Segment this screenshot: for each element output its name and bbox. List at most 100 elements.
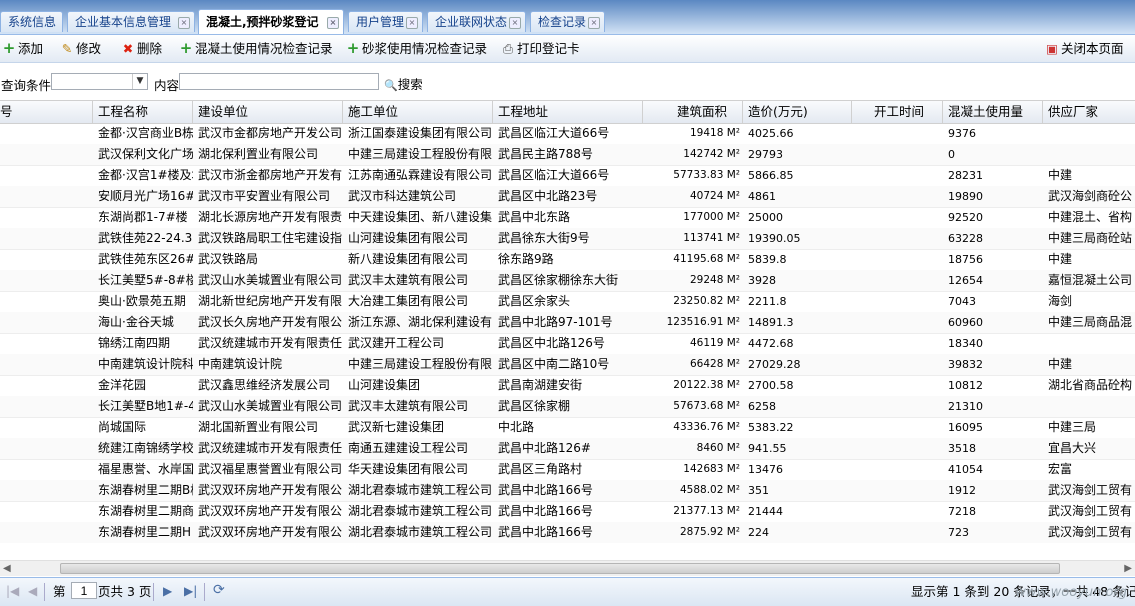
cell-contractor: 大冶建工集团有限公司 — [348, 294, 469, 308]
table-row[interactable]: 东湖春树里二期B栋 武汉双环房地产开发有限公 湖北君泰城市建筑工程公司 武昌中北路16… — [0, 480, 1135, 502]
cell-supplier: 宏富 — [1048, 462, 1073, 476]
cell-project-name: 金都·汉宫商业B栋 — [98, 126, 193, 140]
table-row[interactable]: 东湖尚郡1-7#楼 湖北长源房地产开发有限责 中天建设集团、新八建设集 武昌中北东路 1… — [0, 207, 1135, 229]
concrete-check-button[interactable]: + 混凝土使用情况检查记录 — [179, 39, 333, 58]
cell-area: 142683 M² — [683, 463, 740, 475]
col-header-cost[interactable]: 造价(万元) — [743, 101, 852, 123]
edit-button[interactable]: ✎ 修改 — [60, 39, 101, 58]
close-icon[interactable]: × — [406, 17, 418, 29]
print-card-button[interactable]: ⎙ 打印登记卡 — [501, 39, 580, 58]
cell-number — [0, 333, 93, 354]
prev-page-icon[interactable]: ◀ — [28, 584, 37, 598]
cell-number — [0, 522, 93, 543]
cell-number — [0, 312, 93, 333]
delete-button[interactable]: ✖ 删除 — [121, 39, 162, 58]
cell-area: 66428 M² — [689, 358, 740, 370]
cell-number — [0, 186, 93, 207]
table-row[interactable]: 尚城国际 湖北国新置业有限公司 武汉新七建设集团 中北路 43336.76 M² 5383… — [0, 417, 1135, 439]
tab-user-management[interactable]: 用户管理 × — [348, 11, 423, 32]
condition-select[interactable]: ▼ — [51, 73, 148, 90]
close-icon[interactable]: × — [509, 17, 521, 29]
table-row[interactable]: 长江美墅5#-8#楼 武汉山水美城置业有限公司 武汉丰太建筑有限公司 武昌区徐家棚徐东… — [0, 270, 1135, 292]
table-row[interactable]: 锦绣江南四期 武汉统建城市开发有限责任 武汉建开工程公司 武昌区中北路126号 4611… — [0, 333, 1135, 355]
tab-check-records[interactable]: 检查记录 × — [530, 11, 605, 32]
cell-concrete-usage: 9376 — [948, 127, 976, 140]
divider — [44, 583, 45, 601]
cell-supplier: 中建 — [1048, 252, 1073, 266]
col-header-start-date[interactable]: 开工时间 — [852, 101, 943, 123]
table-row[interactable]: 统建江南锦绣学校 武汉统建城市开发有限责任 南通五建建设工程公司 武昌中北路126# 8… — [0, 438, 1135, 460]
cell-concrete-usage: 1912 — [948, 484, 976, 497]
table-row[interactable]: 海山·金谷天城 武汉长久房地产开发有限公 浙江东源、湖北保利建设有 武昌中北路97-1… — [0, 312, 1135, 334]
col-header-concrete-usage[interactable]: 混凝土使用量 — [943, 101, 1043, 123]
cell-construction-unit: 武汉统建城市开发有限责任 — [198, 336, 343, 350]
cell-construction-unit: 武汉山水美城置业有限公司 — [198, 399, 343, 413]
table-row[interactable]: 东湖春树里二期商 武汉双环房地产开发有限公 湖北君泰城市建筑工程公司 武昌中北路166… — [0, 501, 1135, 523]
scrollbar-thumb[interactable] — [60, 563, 1060, 574]
table-row[interactable]: 奥山·欧景苑五期 湖北新世纪房地产开发有限 大冶建工集团有限公司 武昌区余家头 2325… — [0, 291, 1135, 313]
cell-area: 57733.83 M² — [673, 169, 740, 181]
cell-construction-unit: 湖北长源房地产开发有限责 — [198, 210, 343, 224]
table-row[interactable]: 东湖春树里二期H 武汉双环房地产开发有限公 湖北君泰城市建筑工程公司 武昌中北路166… — [0, 522, 1135, 543]
tab-concrete-registration[interactable]: 混凝土,预拌砂浆登记 × — [198, 9, 344, 34]
col-header-contractor[interactable]: 施工单位 — [343, 101, 493, 123]
page-number-input[interactable] — [71, 582, 97, 599]
close-icon[interactable]: × — [178, 17, 190, 29]
cell-project-name: 尚城国际 — [98, 420, 147, 434]
scroll-right-icon[interactable]: ▶ — [1124, 561, 1132, 576]
tab-network-status[interactable]: 企业联网状态 × — [427, 11, 526, 32]
cell-start-date — [852, 333, 943, 354]
cell-project-name: 武汉保利文化广场 — [98, 147, 193, 161]
cell-number — [0, 417, 93, 438]
table-row[interactable]: 金都·汉宫商业B栋 武汉市金都房地产开发公司 浙江国泰建设集团有限公司 武昌区临江大道… — [0, 123, 1135, 145]
cell-area: 23250.82 M² — [673, 295, 740, 307]
first-page-icon[interactable]: |◀ — [6, 584, 19, 598]
cell-concrete-usage: 7218 — [948, 505, 976, 518]
table-row[interactable]: 金洋花园 武汉鑫思维经济发展公司 山河建设集团 武昌南湖建安街 20122.38 M² 2… — [0, 375, 1135, 397]
horizontal-scrollbar[interactable]: ◀ ▶ — [0, 560, 1135, 576]
close-icon[interactable]: × — [327, 17, 339, 29]
table-row[interactable]: 武铁佳苑东区26#- 武汉铁路局 新八建设集团有限公司 徐东路9路 41195.68 M… — [0, 249, 1135, 271]
content-input[interactable] — [179, 73, 379, 90]
table-row[interactable]: 中南建筑设计院科 中南建筑设计院 中建三局建设工程股份有限 武昌区中南二路10号 664… — [0, 354, 1135, 376]
close-icon[interactable]: × — [588, 17, 600, 29]
tab-enterprise-info[interactable]: 企业基本信息管理 × — [67, 11, 195, 32]
col-header-number[interactable]: 号 — [0, 101, 93, 123]
close-page-button[interactable]: ▣ 关闭本页面 — [1045, 39, 1123, 58]
search-button[interactable]: 🔍搜索 — [384, 74, 423, 93]
cell-cost: 27029.28 — [748, 358, 801, 371]
add-button[interactable]: + 添加 — [2, 39, 43, 58]
add-label: 添加 — [18, 41, 44, 56]
cell-construction-unit: 武汉市金都房地产开发公司 — [198, 126, 343, 140]
table-row[interactable]: 武铁佳苑22-24.30# 武汉铁路局职工住宅建设指山河建设集团有限公司 武昌徐东大… — [0, 228, 1135, 250]
mortar-check-button[interactable]: + 砂浆使用情况检查记录 — [346, 39, 487, 58]
cell-supplier: 武汉海剑工贸有 — [1048, 483, 1133, 497]
delete-x-icon: ✖ — [122, 41, 134, 56]
scroll-left-icon[interactable]: ◀ — [3, 561, 11, 576]
cell-supplier — [1043, 144, 1135, 165]
last-page-icon[interactable]: ▶| — [184, 584, 197, 598]
table-row[interactable]: 武汉保利文化广场 湖北保利置业有限公司 中建三局建设工程股份有限 武昌民主路788号 1… — [0, 144, 1135, 166]
refresh-icon[interactable]: ⟳ — [213, 582, 225, 598]
table-row[interactable]: 长江美墅B地1#-4# 武汉山水美城置业有限公司武汉丰太建筑有限公司 武昌区徐家棚 5… — [0, 396, 1135, 418]
table-row[interactable]: 安顺月光广场16#楼武汉市平安置业有限公司 武汉市科达建筑公司 武昌区中北路23号 4… — [0, 186, 1135, 208]
next-page-icon[interactable]: ▶ — [163, 584, 172, 598]
cell-area: 2875.92 M² — [679, 526, 740, 538]
col-header-construction-unit[interactable]: 建设单位 — [193, 101, 343, 123]
tab-system-info[interactable]: 系统信息 — [0, 11, 63, 32]
cell-contractor: 武汉丰太建筑有限公司 — [348, 399, 469, 413]
col-header-supplier[interactable]: 供应厂家 — [1043, 101, 1135, 123]
table-row[interactable]: 金都·汉宫1#楼及地 武汉市浙金都房地产开发有 江苏南通弘霖建设有限公司 武昌区临江大… — [0, 165, 1135, 187]
cell-concrete-usage: 3518 — [948, 442, 976, 455]
col-header-area[interactable]: 建筑面积 — [643, 101, 743, 123]
cell-supplier: 宜昌大兴 — [1048, 441, 1097, 455]
col-header-project-name[interactable]: 工程名称 — [93, 101, 193, 123]
concrete-check-label: 混凝土使用情况检查记录 — [195, 41, 333, 56]
cell-number — [0, 123, 93, 144]
cell-cost: 6258 — [748, 400, 776, 413]
cell-address: 武昌区三角路村 — [498, 462, 583, 476]
cell-number — [0, 291, 93, 312]
chevron-down-icon[interactable]: ▼ — [132, 74, 147, 89]
table-row[interactable]: 福星惠誉、水岸国 武汉福星惠誉置业有限公司 华天建设集团有限公司 武昌区三角路村 142… — [0, 459, 1135, 481]
col-header-address[interactable]: 工程地址 — [493, 101, 643, 123]
